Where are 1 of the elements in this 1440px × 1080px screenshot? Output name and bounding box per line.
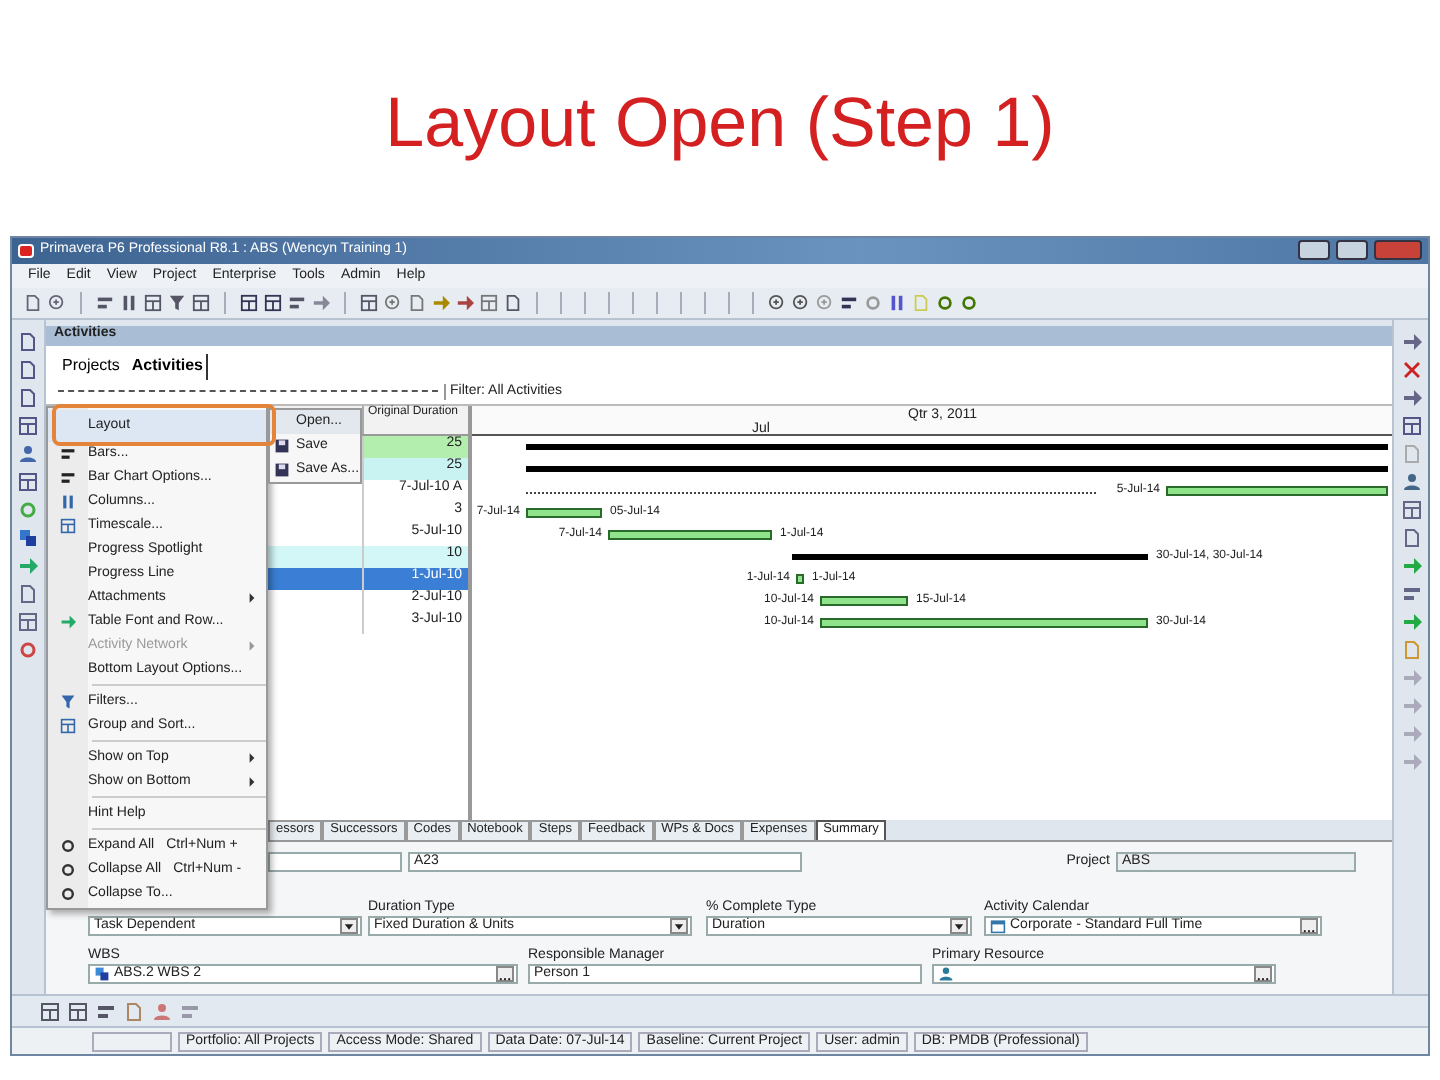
slide-title: Layout Open (Step 1) bbox=[385, 88, 1055, 158]
